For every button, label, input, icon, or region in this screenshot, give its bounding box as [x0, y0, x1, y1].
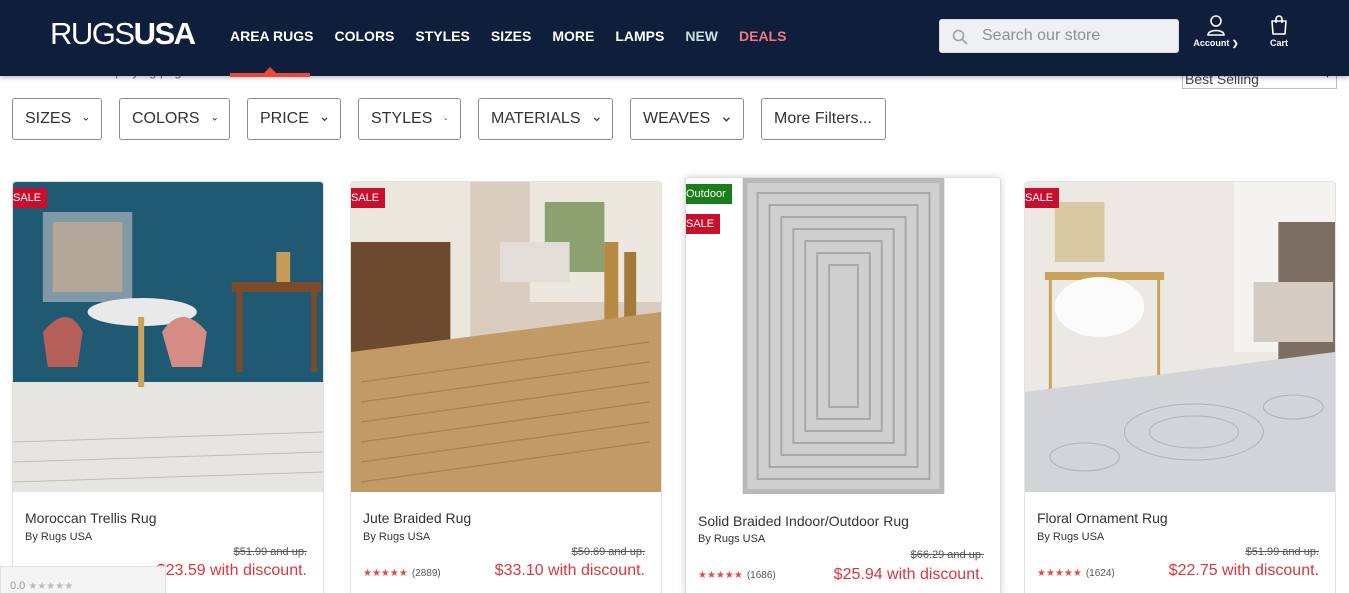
- product-card[interactable]: SALE Floral Ornament Rug By Rugs USA $51…: [1024, 181, 1336, 593]
- product-image[interactable]: [13, 182, 323, 492]
- nav-active-indicator: [230, 73, 310, 77]
- outdoor-badge: Outdoor: [686, 184, 732, 204]
- filter-label: More Filters...: [774, 110, 872, 127]
- more-filters-button[interactable]: More Filters...: [761, 98, 886, 140]
- filter-label: PRICE: [260, 110, 309, 127]
- product-name[interactable]: Jute Braided Rug: [363, 510, 471, 526]
- filter-bar: SIZES COLORS PRICE STYLES MATERIALS WEAV…: [12, 98, 903, 140]
- cart-icon: [1271, 15, 1287, 35]
- filter-price[interactable]: PRICE: [247, 98, 341, 140]
- filter-sizes[interactable]: SIZES: [12, 98, 102, 140]
- review-count: (1686): [746, 570, 776, 581]
- rating-stars[interactable]: ★★★★★ (1686): [698, 570, 776, 581]
- nav-caret-icon: [264, 67, 276, 73]
- chevron-down-icon: [723, 117, 731, 122]
- sale-price: $25.94 with discount.: [833, 566, 984, 583]
- filter-label: SIZES: [25, 110, 72, 127]
- filter-label: COLORS: [132, 110, 200, 127]
- nav-colors[interactable]: COLORS: [335, 27, 395, 45]
- review-score: 0.0: [10, 580, 26, 592]
- original-price: $51.99 and up.: [233, 546, 307, 558]
- review-count: (1624): [1085, 568, 1115, 579]
- product-card[interactable]: SALE Jute Braided Rug By Rugs USA $50.69…: [350, 181, 662, 593]
- star-icons: ★★★★★: [1037, 568, 1082, 579]
- sale-price: $33.10 with discount.: [494, 562, 645, 579]
- product-image[interactable]: [686, 178, 1000, 494]
- account-icon: [1207, 15, 1225, 36]
- nav-sizes[interactable]: SIZES: [491, 27, 531, 45]
- nav-styles[interactable]: STYLES: [415, 27, 469, 45]
- nav-deals[interactable]: DEALS: [739, 27, 786, 45]
- sale-badge: SALE: [351, 188, 386, 208]
- product-brand: By Rugs USA: [363, 531, 431, 543]
- rating-stars[interactable]: ★★★★★ (2889): [363, 568, 441, 579]
- filter-label: STYLES: [371, 110, 433, 127]
- filter-materials[interactable]: MATERIALS: [478, 98, 613, 140]
- site-header: RUGSUSA AREA RUGS COLORS STYLES SIZES MO…: [0, 0, 1349, 76]
- account-label: Account: [1193, 38, 1230, 48]
- nav-area-rugs[interactable]: AREA RUGS: [230, 27, 314, 45]
- product-name[interactable]: Floral Ornament Rug: [1037, 510, 1168, 526]
- account-button[interactable]: Account ❯: [1193, 14, 1239, 48]
- nav-more[interactable]: MORE: [552, 27, 594, 45]
- search-input[interactable]: [982, 20, 1172, 52]
- chevron-down-icon: [593, 117, 600, 122]
- sale-badge: SALE: [1025, 188, 1060, 208]
- original-price: $50.69 and up.: [571, 546, 645, 558]
- product-card[interactable]: Outdoor SALE Solid Braided Indoor/Outdoo…: [685, 177, 1001, 593]
- product-card[interactable]: SALE Moroccan Trellis Rug By Rugs USA $5…: [12, 181, 324, 593]
- filter-colors[interactable]: COLORS: [119, 98, 230, 140]
- search-box: [939, 19, 1179, 53]
- chevron-down-icon: [83, 117, 89, 121]
- sale-price: $22.75 with discount.: [1168, 562, 1319, 579]
- sale-price: $23.59 with discount.: [156, 562, 307, 579]
- product-brand: By Rugs USA: [25, 531, 93, 543]
- logo-part1: RUGS: [50, 16, 135, 51]
- filter-label: MATERIALS: [491, 110, 581, 127]
- chevron-down-icon: [212, 117, 217, 121]
- product-name[interactable]: Moroccan Trellis Rug: [25, 510, 157, 526]
- cart-label: Cart: [1269, 38, 1288, 48]
- filter-weaves[interactable]: WEAVES: [630, 98, 744, 140]
- product-image[interactable]: [351, 182, 661, 492]
- star-icons: ★★★★★: [698, 570, 743, 581]
- chevron-down-icon: ❯: [1231, 39, 1239, 48]
- original-price: $51.99 and up.: [1245, 546, 1319, 558]
- page: 11862 results. Displaying page 1 of Best…: [0, 0, 1349, 593]
- sale-badge: SALE: [686, 214, 721, 234]
- review-stars: ★★★★★: [28, 581, 74, 592]
- rating-stars[interactable]: ★★★★★ (1624): [1037, 568, 1115, 579]
- site-logo[interactable]: RUGSUSA: [50, 16, 196, 52]
- logo-part2: USA: [133, 16, 196, 51]
- original-price: $66.29 and up.: [910, 549, 984, 561]
- nav-new[interactable]: NEW: [685, 27, 718, 45]
- product-name[interactable]: Solid Braided Indoor/Outdoor Rug: [698, 513, 909, 529]
- reviews-widget[interactable]: 0.0 ★★★★★: [0, 566, 166, 593]
- search-icon[interactable]: [952, 29, 968, 45]
- review-count: (2889): [411, 568, 441, 579]
- nav-lamps[interactable]: LAMPS: [615, 27, 664, 45]
- product-image[interactable]: [1025, 182, 1335, 492]
- filter-styles[interactable]: STYLES: [358, 98, 461, 140]
- chevron-down-icon: [444, 118, 448, 121]
- main-nav: AREA RUGS COLORS STYLES SIZES MORE LAMPS…: [230, 27, 807, 45]
- product-brand: By Rugs USA: [698, 533, 766, 545]
- star-icons: ★★★★★: [363, 568, 408, 579]
- filter-label: WEAVES: [643, 110, 711, 127]
- cart-button[interactable]: Cart: [1264, 14, 1294, 48]
- product-brand: By Rugs USA: [1037, 531, 1105, 543]
- sale-badge: SALE: [13, 188, 48, 208]
- chevron-down-icon: [321, 117, 328, 122]
